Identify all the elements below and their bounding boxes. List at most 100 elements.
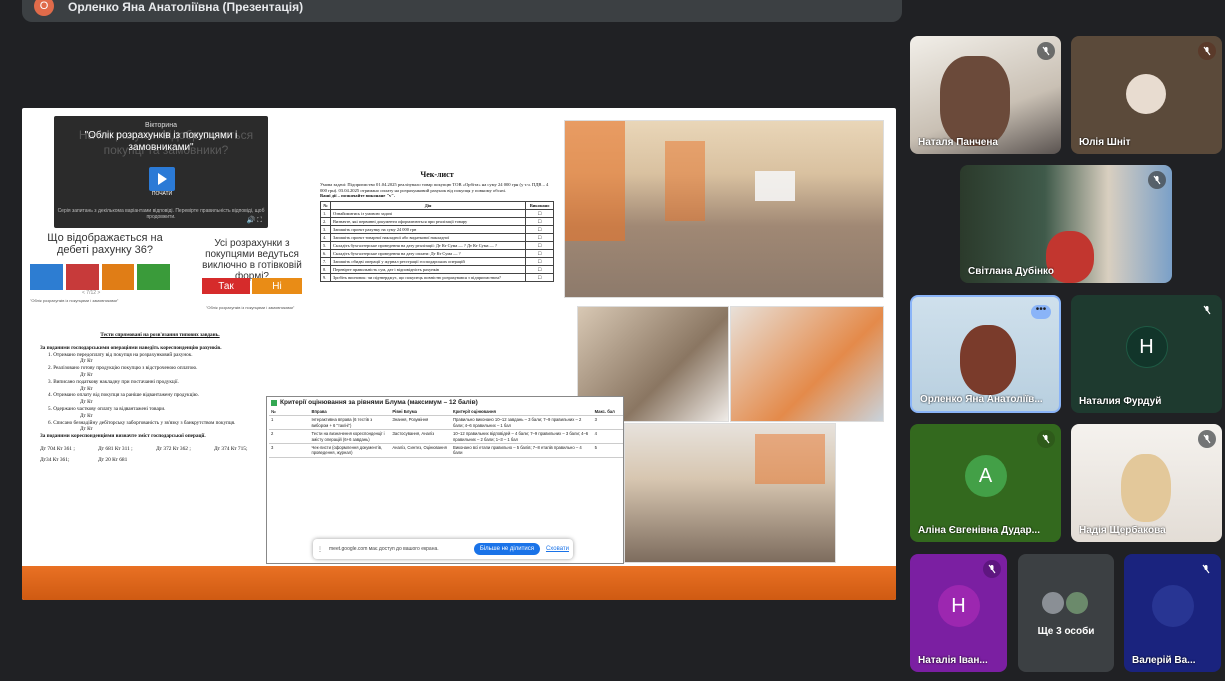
table-cell: 7. bbox=[320, 256, 331, 266]
more-participants-label: Ще 3 особи bbox=[1037, 626, 1095, 637]
mic-off-icon bbox=[1198, 430, 1216, 448]
table-cell: Перевірте правильність сум, дат і відпов… bbox=[329, 264, 527, 274]
participant-tile[interactable]: Валерій Ва... bbox=[1124, 554, 1221, 672]
test-items: 1. Отримано передоплату від покупця на р… bbox=[40, 352, 280, 434]
classroom-photo-2 bbox=[624, 423, 836, 563]
checkbox[interactable]: ☐ bbox=[525, 248, 554, 258]
participant-tile-active[interactable]: ••• Орленко Яна Анатоліїв... bbox=[910, 295, 1061, 413]
table-cell: 2. bbox=[320, 216, 331, 226]
table-cell: Визначте, які первинні документи оформлю… bbox=[329, 216, 527, 226]
student-laptop-photo bbox=[730, 306, 884, 422]
quiz-question-1: Що відображається на дебеті рахунку 36? bbox=[47, 232, 163, 256]
more-options-icon[interactable]: ••• bbox=[1031, 305, 1051, 319]
quiz-label: Вікторина bbox=[145, 122, 177, 129]
table-cell: 10–12 правильних відповідей – 4 бали; 7–… bbox=[451, 429, 593, 445]
fullscreen-icon[interactable]: 🔊 ⛶ bbox=[246, 216, 262, 225]
participant-name: Наталія Іван... bbox=[918, 655, 988, 666]
shared-screen-slide: На які рахунки відображаються покупці та… bbox=[22, 108, 896, 600]
table-row: 8. Перевірте правильність сум, дат і відп… bbox=[320, 264, 554, 274]
test-item: Дт Кт bbox=[80, 358, 93, 365]
quiz-pager[interactable]: < 7/12 > bbox=[82, 290, 100, 296]
checkbox-icon bbox=[271, 399, 277, 406]
table-row: 1 Інтерактивна вправа (6 тестів з вибором… bbox=[269, 415, 623, 431]
answer-tile[interactable] bbox=[65, 264, 99, 290]
test-item: Дт Кт bbox=[80, 399, 93, 406]
mic-off-icon bbox=[1198, 301, 1216, 319]
more-participants-tile[interactable]: Ще 3 особи bbox=[1018, 554, 1114, 672]
hide-banner-link[interactable]: Сховати bbox=[546, 546, 569, 552]
test-document-title: Тести спрямовані на розв'язання типових … bbox=[100, 332, 220, 338]
participant-tile[interactable]: А Аліна Євгенівна Дудар... bbox=[910, 424, 1061, 542]
table-cell: 3. bbox=[320, 224, 331, 234]
answer-tile[interactable] bbox=[101, 264, 135, 290]
participant-name: Наталия Фурдуй bbox=[1079, 396, 1162, 407]
table-cell: 9. bbox=[320, 272, 331, 282]
correspondence-item: Дт 374 Кт 715; bbox=[214, 445, 248, 452]
participant-name: Аліна Євгенівна Дудар... bbox=[918, 525, 1040, 536]
mic-off-icon bbox=[1037, 42, 1055, 60]
test-item: 4. Отримано оплату від покупця за раніше… bbox=[48, 392, 199, 399]
correspondence-item: Дт 372 Кт 362 ; bbox=[156, 445, 191, 452]
table-cell: Інтерактивна вправа (6 тестів з вибором … bbox=[309, 415, 391, 431]
participant-tile[interactable]: Надія Щербакова bbox=[1071, 424, 1222, 542]
test-item: Дт Кт bbox=[80, 426, 93, 433]
participant-tile[interactable]: Наталя Панчена bbox=[910, 36, 1061, 154]
bloom-table: № Вправа Рівні Блума Критерії оцінювання Мак… bbox=[269, 408, 623, 458]
checkbox[interactable]: ☐ bbox=[525, 216, 554, 226]
avatar bbox=[1040, 590, 1066, 616]
avatar bbox=[1064, 590, 1090, 616]
quiz-caption-1: "Облік розрахунків із покупцями і замовн… bbox=[30, 298, 119, 303]
participant-name: Світлана Дубінко bbox=[968, 266, 1054, 277]
avatar: Н bbox=[937, 585, 980, 627]
table-cell: Правильно виконано 10–12 завдань – 3 бал… bbox=[451, 415, 593, 431]
table-cell: Тести на визначення кореспонденції і змі… bbox=[309, 429, 391, 445]
table-cell: 4 bbox=[592, 429, 623, 445]
test-item: 3. Виписано податкову накладну при поста… bbox=[48, 378, 179, 385]
participant-name: Наталя Панчена bbox=[918, 137, 998, 148]
quiz-subtitle: Серія запитань з декількома варіантами в… bbox=[57, 208, 265, 220]
table-cell: Зробіть висновок: чи підтверджує, що пок… bbox=[329, 272, 527, 282]
table-row: 5. Складіть бухгалтерське проведення на д… bbox=[320, 240, 554, 250]
test-item: 2. Реалізовано готову продукцію покупцю … bbox=[48, 365, 198, 372]
handle-icon[interactable]: ⋮ bbox=[317, 546, 323, 553]
top-bar: О Орленко Яна Анатоліївна (Презентація) bbox=[0, 0, 1225, 22]
quiz-video[interactable]: На які рахунки відображаються покупці та… bbox=[54, 116, 268, 228]
table-cell: Аналіз, Синтез, Оцінювання bbox=[390, 443, 452, 458]
checkbox[interactable]: ☐ bbox=[525, 256, 554, 266]
participant-tile[interactable]: Н Наталия Фурдуй bbox=[1071, 295, 1222, 413]
mic-off-icon bbox=[1037, 430, 1055, 448]
checkbox[interactable]: ☐ bbox=[525, 264, 554, 274]
checkbox[interactable]: ☐ bbox=[525, 224, 554, 234]
stop-sharing-button[interactable]: Більше не ділитися bbox=[473, 543, 540, 555]
test-item: Дт Кт bbox=[80, 371, 93, 378]
checklist-header: Виконано bbox=[525, 200, 554, 210]
checkbox[interactable]: ☐ bbox=[525, 272, 554, 282]
answer-tile[interactable] bbox=[30, 264, 63, 290]
table-row: 7. Запишіть обидві операції у журнал реєс… bbox=[320, 256, 554, 266]
play-icon[interactable] bbox=[149, 167, 175, 191]
table-cell: 4. bbox=[320, 232, 331, 242]
classroom-photo bbox=[564, 120, 884, 298]
quiz-start-label: ПОЧАТИ bbox=[151, 191, 173, 197]
table-row: 9. Зробіть висновок: чи підтверджує, що п… bbox=[320, 272, 554, 282]
table-cell: 8. bbox=[320, 264, 331, 274]
answer-tile[interactable] bbox=[137, 264, 170, 290]
answer-no-button[interactable]: Ні bbox=[252, 278, 302, 294]
checklist-instruction: Ваші дії – позначайте виконане "v". bbox=[320, 193, 395, 199]
table-row: 1. Ознайомитись із умовою задачі ☐ bbox=[320, 208, 554, 218]
table-cell: Знання, Розуміння bbox=[390, 415, 452, 431]
checkbox[interactable]: ☐ bbox=[525, 208, 554, 218]
participant-tile[interactable]: Юлія Шніт bbox=[1071, 36, 1222, 154]
test-section-2: За поданими кореспонденціями визначте зм… bbox=[40, 433, 206, 440]
answer-yes-button[interactable]: Так bbox=[202, 278, 250, 294]
participant-tile[interactable]: Світлана Дубінко bbox=[960, 165, 1172, 283]
bloom-header: Макс. бал bbox=[592, 408, 623, 417]
checkbox[interactable]: ☐ bbox=[525, 232, 554, 242]
mic-off-icon bbox=[1197, 560, 1215, 578]
checkbox[interactable]: ☐ bbox=[525, 240, 554, 250]
participant-name: Орленко Яна Анатоліїв... bbox=[920, 394, 1043, 405]
avatar: А bbox=[964, 455, 1007, 497]
table-cell: 5. bbox=[320, 240, 331, 250]
participant-tile[interactable]: Н Наталія Іван... bbox=[910, 554, 1007, 672]
table-cell: Виконано всі етапи правильно – 5 балів; … bbox=[451, 443, 593, 458]
